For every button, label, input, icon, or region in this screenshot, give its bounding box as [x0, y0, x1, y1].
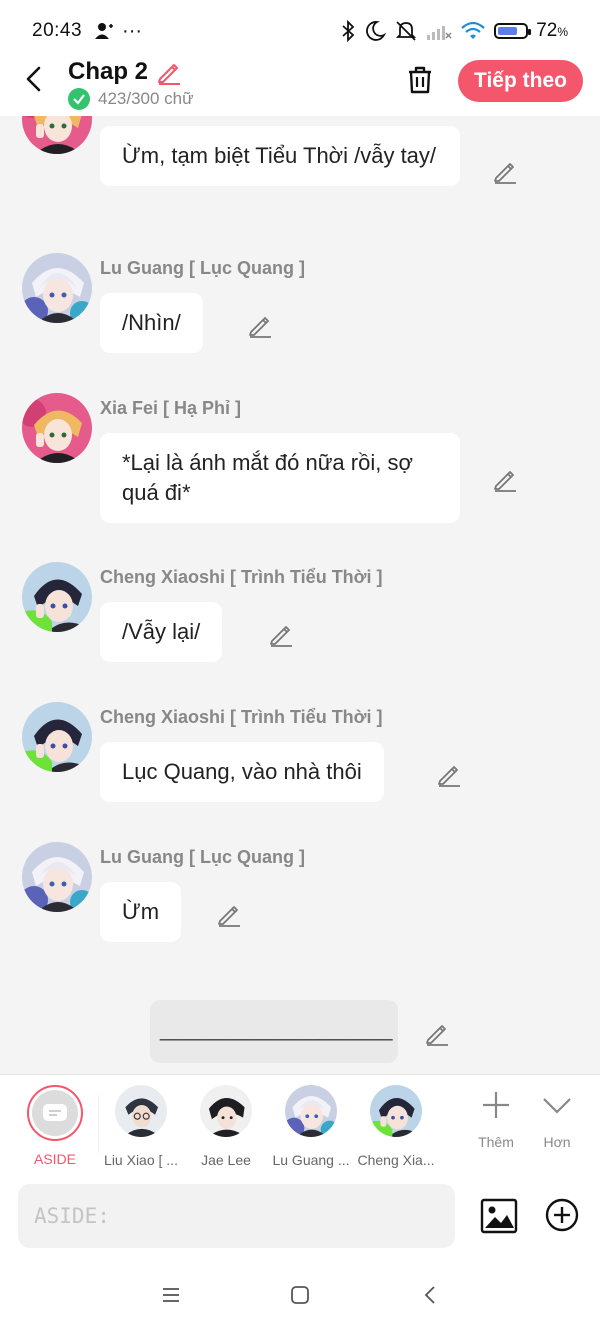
avatar [115, 1085, 167, 1137]
status-time: 20:43 [32, 20, 83, 41]
aside-message-icon [43, 1104, 67, 1121]
message-bubble[interactable]: /Nhìn/ [100, 293, 203, 353]
plus-icon [483, 1092, 509, 1118]
speaker-name: Xia Fei [ Hạ Phỉ ] [100, 398, 242, 418]
character-name: ASIDE [33, 1151, 76, 1167]
message-text: Lục Quang, vào nhà thôi [122, 759, 362, 784]
avatar [370, 1085, 422, 1137]
aside-text: ___________________ [160, 1016, 393, 1041]
plus-circle-icon[interactable] [545, 1198, 579, 1232]
pencil-icon[interactable] [216, 901, 242, 927]
chevron-down-icon [543, 1098, 571, 1114]
back-triangle-icon[interactable] [420, 1284, 442, 1306]
character-cheng-xiaoshi[interactable]: Cheng Xia... [351, 1085, 441, 1168]
more-notifications-text: ··· [122, 19, 143, 42]
word-count: 423/300 chữ [68, 88, 194, 110]
bluetooth-icon [342, 20, 355, 42]
next-button[interactable]: Tiếp theo [458, 60, 583, 102]
pencil-icon[interactable] [268, 621, 294, 647]
battery-percent: 72% [536, 20, 568, 41]
character-aside[interactable]: ASIDE [10, 1085, 100, 1167]
trash-icon[interactable] [404, 64, 436, 96]
message-text: /Nhìn/ [122, 310, 181, 335]
speaker-name: Cheng Xiaoshi [ Trình Tiểu Thời ] [100, 567, 383, 587]
character-jae-lee[interactable]: Jae Lee [181, 1085, 271, 1168]
aside-bubble[interactable]: ___________________ [150, 1000, 398, 1063]
avatar[interactable] [22, 842, 92, 912]
pencil-icon[interactable] [156, 59, 182, 85]
moon-icon [366, 21, 387, 41]
character-name: Jae Lee [201, 1152, 251, 1168]
message-bubble[interactable]: /Vẫy lại/ [100, 602, 223, 662]
speaker-name: Lu Guang [ Lục Quang ] [100, 847, 305, 867]
avatar [200, 1085, 252, 1137]
message-bubble[interactable]: Ừm [100, 882, 182, 942]
home-square-icon[interactable] [289, 1284, 311, 1306]
battery-icon [494, 23, 532, 39]
wifi-icon [461, 21, 485, 39]
back-arrow-icon[interactable] [22, 64, 46, 94]
message-input[interactable]: ASIDE: [18, 1184, 455, 1248]
add-character-button[interactable]: Thêm [466, 1089, 526, 1150]
character-name: Cheng Xia... [357, 1152, 435, 1168]
message-text: /Vẫy lại/ [122, 619, 201, 644]
avatar[interactable] [22, 253, 92, 323]
header: Chap 2 423/300 chữ Tiếp theo [0, 52, 600, 116]
pencil-icon[interactable] [492, 466, 518, 492]
character-name: Liu Xiao [ ... [104, 1152, 178, 1168]
pencil-icon[interactable] [247, 312, 273, 338]
character-liu-xiao[interactable]: Liu Xiao [ ... [96, 1085, 186, 1168]
avatar [285, 1085, 337, 1137]
character-bar: ASIDE Liu Xiao [ ... Jae Lee Lu Guang ..… [0, 1074, 600, 1172]
image-icon[interactable] [480, 1198, 518, 1234]
message-text: Ừm, tạm biệt Tiểu Thời /vẫy tay/ [122, 143, 437, 168]
mute-icon [396, 21, 417, 41]
system-nav-bar [0, 1262, 600, 1333]
menu-icon[interactable] [160, 1284, 182, 1306]
more-label: Hơn [543, 1134, 571, 1150]
pencil-icon[interactable] [436, 761, 462, 787]
chat-area[interactable]: Ừm, tạm biệt Tiểu Thời /vẫy tay/ Lu Guan… [0, 116, 600, 1074]
message-bubble[interactable]: *Lại là ánh mắt đó nữa rồi, sợ quá đi* [100, 433, 460, 523]
pencil-icon[interactable] [492, 158, 518, 184]
chapter-title[interactable]: Chap 2 [68, 58, 182, 86]
character-name: Lu Guang ... [272, 1152, 350, 1168]
avatar[interactable] [22, 702, 92, 772]
avatar[interactable] [22, 393, 92, 463]
avatar[interactable] [22, 116, 92, 154]
avatar[interactable] [22, 562, 92, 632]
person-icon [95, 23, 114, 39]
speaker-name: Cheng Xiaoshi [ Trình Tiểu Thời ] [100, 707, 383, 727]
input-area: ASIDE: [0, 1172, 600, 1262]
signal-icon [427, 26, 452, 40]
more-characters-button[interactable]: Hơn [527, 1089, 587, 1150]
word-count-text: 423/300 chữ [98, 89, 194, 108]
speaker-name: Lu Guang [ Lục Quang ] [100, 258, 305, 278]
add-label: Thêm [478, 1134, 514, 1150]
character-lu-guang[interactable]: Lu Guang ... [266, 1085, 356, 1168]
chapter-title-text: Chap 2 [68, 58, 149, 85]
message-bubble[interactable]: Lục Quang, vào nhà thôi [100, 742, 384, 802]
pencil-icon[interactable] [424, 1020, 450, 1046]
message-text: Ừm [122, 899, 160, 924]
message-text: *Lại là ánh mắt đó nữa rồi, sợ quá đi* [122, 450, 413, 505]
check-icon [68, 88, 90, 110]
message-bubble[interactable]: Ừm, tạm biệt Tiểu Thời /vẫy tay/ [100, 126, 460, 186]
